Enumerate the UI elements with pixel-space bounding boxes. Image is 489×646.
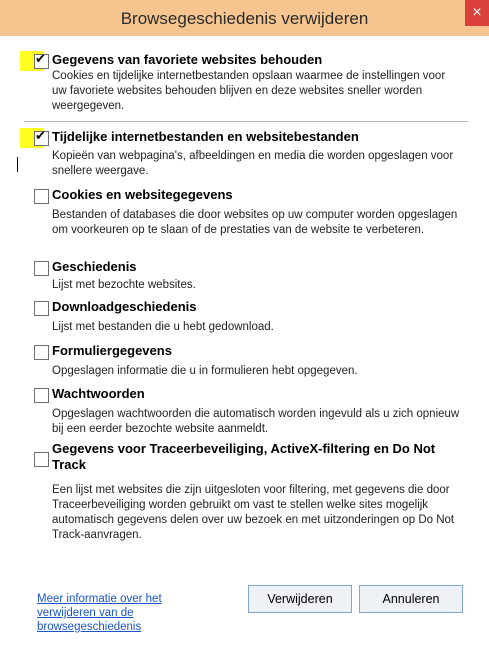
checkbox-form-data[interactable] — [34, 345, 49, 360]
checkbox-temp-files[interactable] — [34, 129, 49, 146]
more-info-link[interactable]: Meer informatie over het verwijderen van… — [37, 592, 217, 634]
divider — [24, 121, 468, 122]
option-description: Lijst met bestanden die u hebt gedownloa… — [52, 321, 274, 333]
text-cursor — [17, 157, 18, 172]
dialog-content: Gegevens van favoriete websites behouden… — [0, 36, 489, 646]
option-label: Tijdelijke internetbestanden en websiteb… — [52, 129, 359, 144]
delete-button[interactable]: Verwijderen — [248, 585, 352, 613]
option-description: Opgeslagen informatie die u in formulier… — [52, 365, 358, 377]
option-description: Cookies en tijdelijke internetbestanden … — [52, 70, 446, 112]
option-description: Opgeslagen wachtwoorden die automatisch … — [52, 408, 460, 435]
option-label: Cookies en websitegegevens — [52, 187, 233, 202]
option-label: Formuliergegevens — [52, 343, 172, 358]
option-description: Een lijst met websites die zijn uitgeslo… — [52, 484, 455, 541]
option-description: Bestanden of databases die door websites… — [52, 209, 458, 236]
cancel-button[interactable]: Annuleren — [359, 585, 463, 613]
dialog-title: Browsegeschiedenis verwijderen — [120, 9, 369, 28]
checkbox-favorites[interactable] — [34, 52, 49, 69]
checkbox-cookies[interactable] — [34, 189, 49, 204]
checkbox-passwords[interactable] — [34, 388, 49, 403]
checkbox-downloads[interactable] — [34, 301, 49, 316]
checkbox-tracking-protection[interactable] — [34, 452, 49, 467]
option-label: Wachtwoorden — [52, 386, 145, 401]
option-description: Lijst met bezochte websites. — [52, 279, 196, 291]
option-description: Kopieën van webpagina's, afbeeldingen en… — [52, 150, 454, 177]
title-bar: Browsegeschiedenis verwijderen × — [0, 0, 489, 36]
close-button[interactable]: × — [465, 0, 489, 26]
option-label: Gegevens voor Traceerbeveiliging, Active… — [52, 441, 436, 472]
option-label: Gegevens van favoriete websites behouden — [52, 52, 323, 67]
option-label: Geschiedenis — [52, 259, 137, 274]
checkbox-history[interactable] — [34, 261, 49, 276]
option-label: Downloadgeschiedenis — [52, 299, 197, 314]
